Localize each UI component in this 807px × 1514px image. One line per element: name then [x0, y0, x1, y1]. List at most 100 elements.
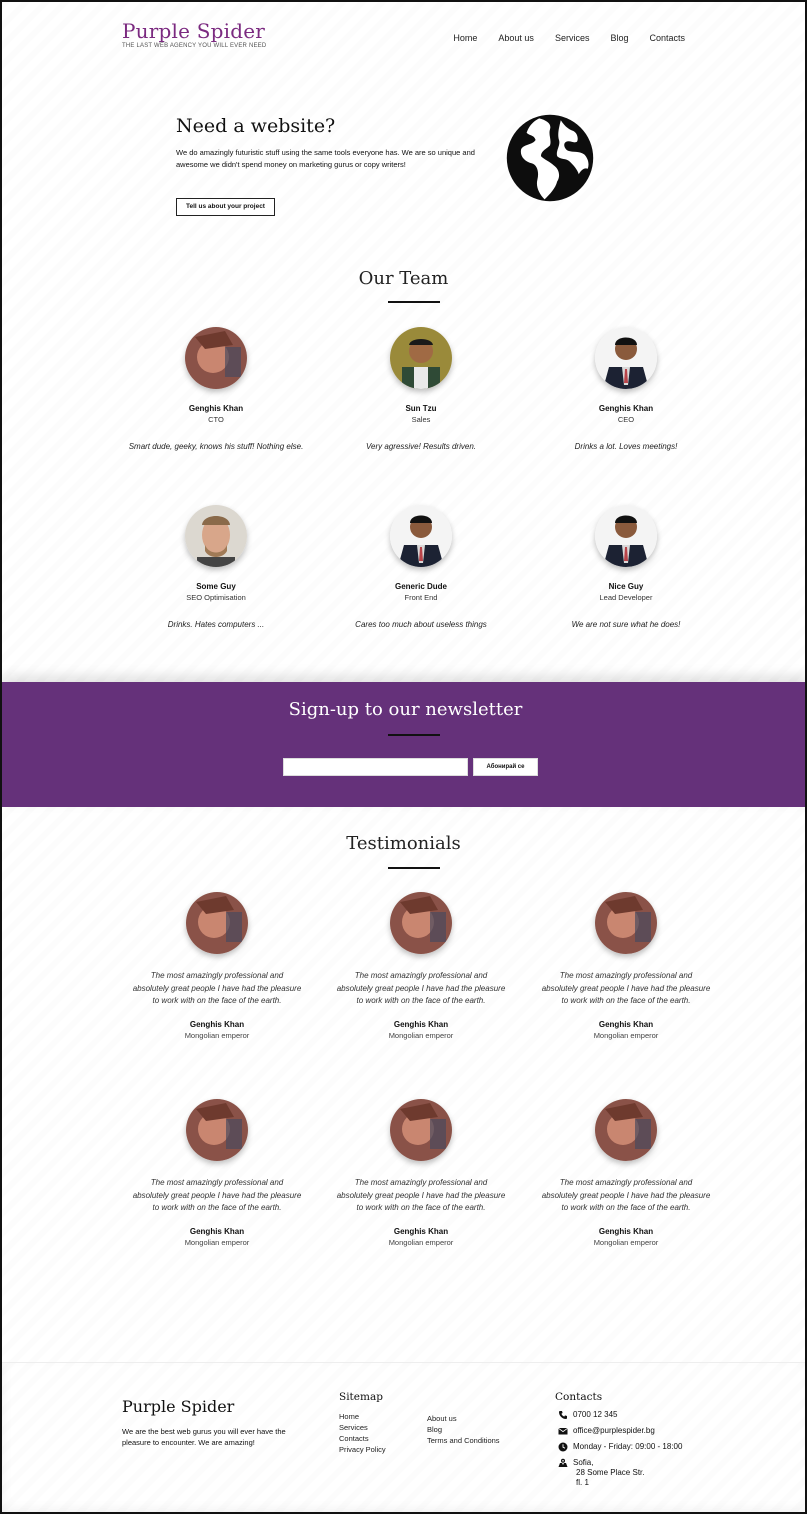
- footer-description: We are the best web gurus you will ever …: [122, 1427, 286, 1447]
- member-desc: We are not sure what he does!: [571, 620, 681, 629]
- testimonial-quote: The most amazingly professional and abso…: [336, 1178, 506, 1212]
- testimonial-role: Mongolian emperor: [593, 1030, 659, 1040]
- testimonial-card: The most amazingly professional and abso…: [541, 892, 711, 1040]
- sitemap-link-terms[interactable]: Terms and Conditions: [427, 1435, 500, 1446]
- member-role: SEO Optimisation: [186, 593, 246, 602]
- member-name: Generic Dude: [394, 582, 447, 591]
- site-footer: Purple Spider We are the best web gurus …: [2, 1362, 805, 1512]
- hero-text: We do amazingly futuristic stuff using t…: [176, 148, 475, 169]
- nav-home[interactable]: Home: [453, 33, 477, 43]
- project-button[interactable]: Tell us about your project: [176, 198, 275, 216]
- newsletter-title-rule: [388, 734, 440, 736]
- avatar: [390, 327, 452, 389]
- newsletter-email-input[interactable]: [283, 758, 468, 776]
- testimonial-role: Mongolian emperor: [593, 1237, 659, 1247]
- avatar: [390, 505, 452, 567]
- contact-address: Sofia, 28 Some Place Str. fl. 1: [558, 1458, 644, 1488]
- member-role: CTO: [208, 415, 224, 424]
- testimonial-card: The most amazingly professional and abso…: [132, 892, 302, 1040]
- testimonial-role: Mongolian emperor: [184, 1030, 250, 1040]
- testimonial-card: The most amazingly professional and abso…: [336, 1099, 506, 1247]
- site-header: Purple Spider THE LAST WEB AGENCY YOU WI…: [2, 2, 805, 62]
- testimonial-name: Genghis Khan: [393, 1019, 449, 1029]
- team-member: Sun Tzu Sales Very agressive! Results dr…: [331, 327, 511, 453]
- address: Sofia, 28 Some Place Str. fl. 1: [573, 1458, 644, 1488]
- nav-blog[interactable]: Blog: [610, 33, 628, 43]
- footer-brand: Purple Spider: [122, 1397, 235, 1416]
- sitemap-column-2: About us Blog Terms and Conditions: [427, 1411, 500, 1446]
- newsletter-title: Sign-up to our newsletter: [288, 699, 523, 720]
- testimonial-name: Genghis Khan: [189, 1019, 245, 1029]
- testimonial-role: Mongolian emperor: [388, 1030, 454, 1040]
- testimonial-role: Mongolian emperor: [184, 1237, 250, 1247]
- avatar: [186, 892, 248, 954]
- address-line-1: Sofia,: [573, 1458, 594, 1467]
- nav-contacts[interactable]: Contacts: [649, 33, 685, 43]
- sitemap-link-about[interactable]: About us: [427, 1413, 500, 1424]
- contacts-title: Contacts: [555, 1391, 603, 1403]
- testimonial-quote: The most amazingly professional and abso…: [541, 971, 711, 1005]
- avatar: [595, 505, 657, 567]
- member-role: Lead Developer: [599, 593, 653, 602]
- team-member: Generic Dude Front End Cares too much ab…: [331, 505, 511, 631]
- team-member: Genghis Khan CTO Smart dude, geeky, know…: [126, 327, 306, 453]
- hero-title: Need a website?: [176, 115, 336, 137]
- contact-phone: 0700 12 345: [558, 1410, 618, 1420]
- hero-section: Need a website? We do amazingly futurist…: [2, 102, 805, 232]
- sitemap-link-privacy[interactable]: Privacy Policy: [339, 1444, 386, 1455]
- team-member: Nice Guy Lead Developer We are not sure …: [536, 505, 716, 631]
- testimonial-quote: The most amazingly professional and abso…: [132, 1178, 302, 1212]
- phone-number[interactable]: 0700 12 345: [573, 1410, 618, 1420]
- avatar: [595, 1099, 657, 1161]
- contact-email: office@purplespider.bg: [558, 1426, 655, 1436]
- avatar: [390, 892, 452, 954]
- nav-about-us[interactable]: About us: [498, 33, 534, 43]
- nav-services[interactable]: Services: [555, 33, 590, 43]
- member-desc: Cares too much about useless things: [355, 620, 487, 629]
- avatar: [390, 1099, 452, 1161]
- member-role: CEO: [617, 415, 635, 424]
- member-role: Sales: [411, 415, 431, 424]
- testimonial-quote: The most amazingly professional and abso…: [541, 1178, 711, 1212]
- testimonial-quote: The most amazingly professional and abso…: [132, 971, 302, 1005]
- testimonial-card: The most amazingly professional and abso…: [132, 1099, 302, 1247]
- member-name: Genghis Khan: [188, 404, 244, 413]
- testimonial-name: Genghis Khan: [393, 1226, 449, 1236]
- phone-icon: [559, 1411, 567, 1419]
- page-frame: Purple Spider THE LAST WEB AGENCY YOU WI…: [0, 0, 807, 1514]
- testimonial-card: The most amazingly professional and abso…: [541, 1099, 711, 1247]
- member-desc: Smart dude, geeky, knows his stuff! Noth…: [128, 442, 304, 451]
- globe-icon: [506, 114, 594, 202]
- contact-hours: Monday - Friday: 09:00 - 18:00: [558, 1442, 682, 1452]
- main-nav: Home About us Services Blog Contacts: [453, 33, 685, 43]
- subscribe-button[interactable]: Абонирай се: [473, 758, 538, 776]
- team-title: Our Team: [358, 268, 449, 289]
- address-line-2: 28 Some Place Str.: [576, 1468, 645, 1477]
- address-line-3: fl. 1: [576, 1478, 589, 1487]
- member-name: Genghis Khan: [598, 404, 654, 413]
- team-member: Some Guy SEO Optimisation Drinks. Hates …: [126, 505, 306, 631]
- envelope-icon: [558, 1427, 568, 1435]
- logo-tagline: THE LAST WEB AGENCY YOU WILL EVER NEED: [122, 43, 267, 49]
- member-name: Nice Guy: [608, 582, 644, 591]
- team-title-rule: [388, 301, 440, 303]
- team-member: Genghis Khan CEO Drinks a lot. Loves mee…: [536, 327, 716, 453]
- sitemap-link-home[interactable]: Home: [339, 1411, 386, 1422]
- avatar: [185, 327, 247, 389]
- member-desc: Drinks a lot. Loves meetings!: [574, 442, 678, 451]
- sitemap-link-blog[interactable]: Blog: [427, 1424, 500, 1435]
- sitemap-link-contacts[interactable]: Contacts: [339, 1433, 386, 1444]
- testimonial-card: The most amazingly professional and abso…: [336, 892, 506, 1040]
- testimonial-name: Genghis Khan: [189, 1226, 245, 1236]
- member-name: Some Guy: [196, 582, 236, 591]
- logo[interactable]: Purple Spider THE LAST WEB AGENCY YOU WI…: [122, 20, 266, 49]
- member-desc: Drinks. Hates computers ...: [167, 620, 265, 629]
- member-desc: Very agressive! Results driven.: [366, 442, 476, 451]
- map-icon: [558, 1458, 568, 1467]
- testimonials-title-rule: [388, 867, 440, 869]
- testimonial-role: Mongolian emperor: [388, 1237, 454, 1247]
- avatar: [595, 892, 657, 954]
- email-address[interactable]: office@purplespider.bg: [573, 1426, 655, 1436]
- sitemap-link-services[interactable]: Services: [339, 1422, 386, 1433]
- testimonial-name: Genghis Khan: [598, 1019, 654, 1029]
